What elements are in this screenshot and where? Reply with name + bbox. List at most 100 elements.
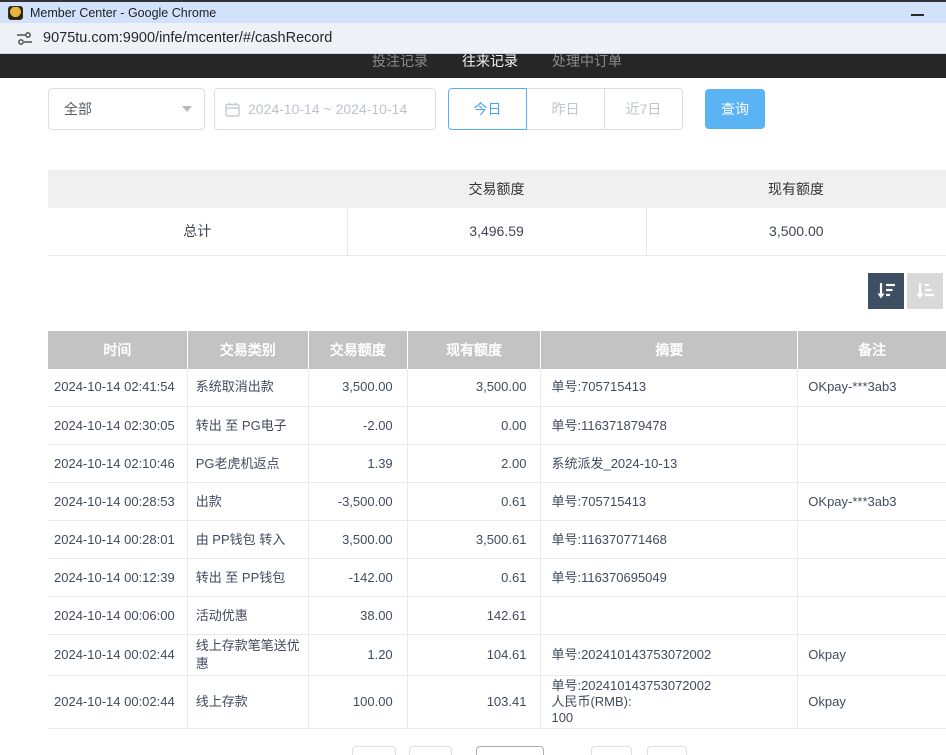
cell-note (798, 445, 946, 483)
cell-transaction-type: 活动优惠 (187, 597, 308, 635)
cell-time: 2024-10-14 02:41:54 (48, 369, 187, 407)
cell-time: 2024-10-14 02:10:46 (48, 445, 187, 483)
cell-note (798, 597, 946, 635)
maximize-button[interactable] (934, 4, 946, 25)
type-select-value: 全部 (64, 99, 92, 119)
site-settings-icon[interactable] (16, 30, 33, 47)
summary-total-row: 总计 3,496.59 3,500.00 (48, 208, 946, 255)
cell-note: OKpay-***3ab3 (798, 483, 946, 521)
cell-transaction-amount: 100.00 (308, 676, 407, 729)
table-row: 2024-10-14 00:28:53 出款 -3,500.00 0.61 单号… (48, 483, 946, 521)
today-button[interactable]: 今日 (448, 88, 527, 130)
cell-transaction-amount: -142.00 (308, 559, 407, 597)
cell-transaction-amount: 38.00 (308, 597, 407, 635)
cell-summary (541, 597, 798, 635)
table-row: 2024-10-14 00:28:01 由 PP钱包 转入 3,500.00 3… (48, 521, 946, 559)
cell-summary: 单号:116370695049 (541, 559, 798, 597)
last-7-days-button[interactable]: 近7日 (604, 88, 683, 130)
tab-processing-orders[interactable]: 处理中订单 (550, 54, 624, 78)
cell-current-amount: 3,500.61 (407, 521, 541, 559)
chevron-down-icon (182, 106, 192, 112)
table-row: 2024-10-14 02:41:54 系统取消出款 3,500.00 3,50… (48, 369, 946, 407)
cell-summary: 系统派发_2024-10-13 (541, 445, 798, 483)
cell-transaction-amount: -2.00 (308, 407, 407, 445)
quick-date-buttons: 今日 昨日 近7日 (448, 88, 683, 130)
pagination-first-button[interactable] (352, 746, 396, 755)
header-time: 时间 (48, 331, 187, 369)
cell-current-amount: 142.61 (407, 597, 541, 635)
cell-current-amount: 0.00 (407, 407, 541, 445)
cell-summary: 单号:116370771468 (541, 521, 798, 559)
summary-header-trade-amount: 交易额度 (347, 170, 646, 208)
cell-transaction-type: PG老虎机返点 (187, 445, 308, 483)
cell-current-amount: 0.61 (407, 483, 541, 521)
pagination-next-button[interactable] (591, 746, 632, 755)
date-range-value: 2024-10-14 ~ 2024-10-14 (248, 101, 407, 117)
cell-transaction-amount: 3,500.00 (308, 369, 407, 407)
tab-bet-record[interactable]: 投注记录 (370, 54, 430, 78)
table-row: 2024-10-14 00:06:00 活动优惠 38.00 142.61 (48, 597, 946, 635)
query-button[interactable]: 查询 (705, 89, 765, 129)
yesterday-button[interactable]: 昨日 (526, 88, 605, 130)
cell-summary: 单号:705715413 (541, 483, 798, 521)
cell-transaction-amount: -3,500.00 (308, 483, 407, 521)
cash-record-table: 时间 交易类别 交易额度 现有额度 摘要 备注 2024-10-14 02:41… (48, 331, 946, 730)
site-favicon-tiger-icon (8, 6, 23, 20)
cell-transaction-type: 转出 至 PG电子 (187, 407, 308, 445)
cell-time: 2024-10-14 00:02:44 (48, 635, 187, 676)
cell-transaction-type: 线上存款笔笔送优惠 (187, 635, 308, 676)
sort-amount-descending-icon (874, 279, 898, 303)
header-current-amount: 现有额度 (407, 331, 541, 369)
browser-urlbar: 9075tu.com:9900/infe/mcenter/#/cashRecor… (0, 23, 946, 54)
cell-transaction-type: 出款 (187, 483, 308, 521)
table-row: 2024-10-14 02:30:05 转出 至 PG电子 -2.00 0.00… (48, 407, 946, 445)
cell-summary: 单号:202410143753072002 人民币(RMB): 100 (541, 676, 798, 729)
pagination-page-input[interactable] (476, 746, 544, 755)
pagination (70, 746, 946, 755)
cell-transaction-type: 线上存款 (187, 676, 308, 729)
cell-note (798, 407, 946, 445)
sort-ascending-button[interactable] (907, 273, 943, 309)
table-row: 2024-10-14 00:12:39 转出 至 PP钱包 -142.00 0.… (48, 559, 946, 597)
sort-descending-button[interactable] (868, 273, 904, 309)
header-summary: 摘要 (541, 331, 798, 369)
browser-titlebar: Member Center - Google Chrome (0, 0, 946, 23)
browser-window: Member Center - Google Chrome 9075tu.com… (0, 0, 946, 755)
tab-cash-record[interactable]: 往来记录 (460, 54, 520, 78)
cell-time: 2024-10-14 00:06:00 (48, 597, 187, 635)
pagination-prev-button[interactable] (409, 746, 452, 755)
summary-table: 交易额度 现有额度 总计 3,496.59 3,500.00 (48, 170, 946, 256)
cell-summary: 单号:705715413 (541, 369, 798, 407)
summary-header-current-amount: 现有额度 (646, 170, 946, 208)
cell-time: 2024-10-14 00:28:01 (48, 521, 187, 559)
cell-current-amount: 104.61 (407, 635, 541, 676)
summary-header-empty (48, 170, 347, 208)
filter-row: 全部 2024-10-14 ~ 2024-10-14 今日 昨日 近7日 (48, 88, 946, 130)
cell-current-amount: 2.00 (407, 445, 541, 483)
cell-time: 2024-10-14 02:30:05 (48, 407, 187, 445)
site-navbar: 投注记录 往来记录 处理中订单 (0, 54, 946, 78)
date-range-input[interactable]: 2024-10-14 ~ 2024-10-14 (214, 88, 436, 130)
cell-current-amount: 3,500.00 (407, 369, 541, 407)
table-row: 2024-10-14 00:02:44 线上存款 100.00 103.41 单… (48, 676, 946, 729)
window-controls (900, 4, 946, 25)
header-transaction-type: 交易类别 (187, 331, 308, 369)
type-select[interactable]: 全部 (48, 88, 205, 130)
calendar-icon (225, 102, 240, 117)
pagination-last-button[interactable] (647, 746, 687, 755)
page-content: 全部 2024-10-14 ~ 2024-10-14 今日 昨日 近7日 (0, 78, 946, 755)
cell-current-amount: 103.41 (407, 676, 541, 729)
cell-transaction-amount: 3,500.00 (308, 521, 407, 559)
summary-total-label: 总计 (48, 208, 347, 255)
cell-summary: 单号:116371879478 (541, 407, 798, 445)
url-text[interactable]: 9075tu.com:9900/infe/mcenter/#/cashRecor… (43, 30, 332, 46)
cell-current-amount: 0.61 (407, 559, 541, 597)
cell-summary: 单号:202410143753072002 (541, 635, 798, 676)
minimize-icon (911, 14, 924, 16)
minimize-button[interactable] (900, 4, 934, 25)
cash-table-body: 2024-10-14 02:41:54 系统取消出款 3,500.00 3,50… (48, 369, 946, 729)
cell-note: OKpay-***3ab3 (798, 369, 946, 407)
table-row: 2024-10-14 02:10:46 PG老虎机返点 1.39 2.00 系统… (48, 445, 946, 483)
cell-note (798, 521, 946, 559)
sort-buttons (48, 273, 943, 309)
